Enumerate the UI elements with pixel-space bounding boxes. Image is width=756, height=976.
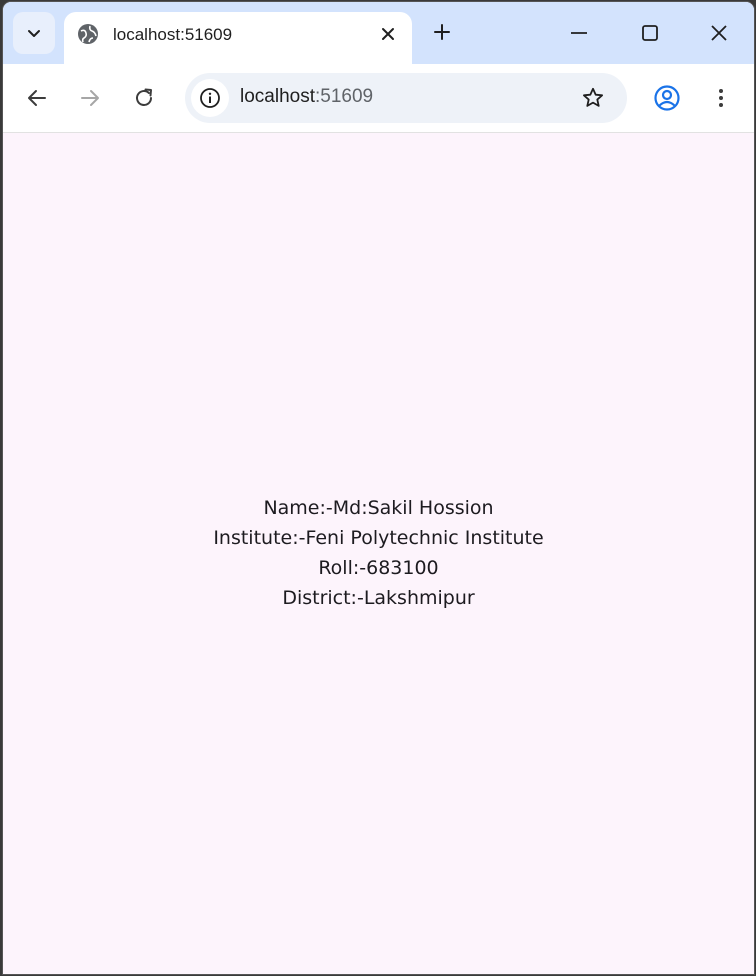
tab-title: localhost:51609	[113, 25, 233, 44]
reload-icon	[132, 86, 156, 110]
url-text[interactable]: localhost:51609	[240, 86, 373, 108]
institute-text: Institute:-Feni Polytechnic Institute	[213, 527, 544, 549]
forward-button[interactable]	[72, 80, 108, 116]
student-info: Name:-Md:Sakil Hossion Institute:-Feni P…	[3, 493, 754, 613]
roll-text: Roll:-683100	[318, 557, 439, 579]
active-tab[interactable]: localhost:51609	[64, 12, 412, 64]
info-icon	[199, 87, 221, 109]
tab-strip: localhost:51609	[3, 2, 754, 64]
window-close-icon	[709, 23, 729, 43]
forward-arrow-icon	[78, 86, 102, 110]
back-button[interactable]	[19, 80, 55, 116]
more-vertical-icon	[709, 86, 733, 110]
menu-button[interactable]	[703, 80, 739, 116]
browser-window: localhost:51609 localhost:51609 Name:-Md…	[3, 2, 754, 974]
chevron-down-icon	[26, 25, 42, 41]
address-bar[interactable]: localhost:51609	[185, 73, 627, 123]
browser-toolbar: localhost:51609	[3, 64, 754, 133]
minimize-button[interactable]	[562, 16, 596, 50]
new-tab-button[interactable]	[426, 16, 458, 48]
plus-icon	[432, 22, 452, 42]
tab-search-button[interactable]	[13, 12, 55, 54]
district-text: District:-Lakshmipur	[282, 587, 475, 609]
maximize-button[interactable]	[633, 16, 667, 50]
globe-icon	[77, 23, 99, 45]
site-info-button[interactable]	[191, 79, 229, 117]
profile-icon	[653, 84, 681, 112]
minimize-icon	[569, 23, 589, 43]
close-icon[interactable]	[378, 24, 398, 44]
back-arrow-icon	[25, 86, 49, 110]
bookmark-button[interactable]	[577, 82, 609, 114]
star-icon	[581, 86, 605, 110]
url-host: localhost	[240, 86, 315, 107]
url-port: :51609	[315, 86, 374, 107]
profile-button[interactable]	[649, 80, 685, 116]
name-text: Name:-Md:Sakil Hossion	[263, 497, 494, 519]
window-close-button[interactable]	[702, 16, 736, 50]
maximize-icon	[640, 23, 660, 43]
reload-button[interactable]	[126, 80, 162, 116]
page-content: Name:-Md:Sakil Hossion Institute:-Feni P…	[3, 133, 754, 974]
